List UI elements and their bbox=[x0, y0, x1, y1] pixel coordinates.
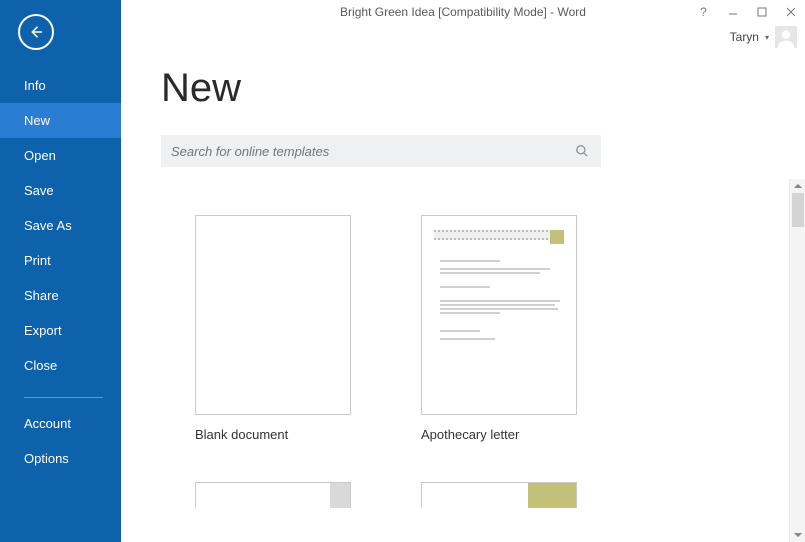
template-label: Blank document bbox=[195, 427, 351, 442]
user-menu-caret[interactable]: ▾ bbox=[765, 33, 769, 42]
search-icon bbox=[575, 144, 589, 158]
nav-list: Info New Open Save Save As Print Share E… bbox=[0, 68, 121, 476]
template-blank-document[interactable]: Blank document bbox=[195, 215, 351, 442]
back-button[interactable] bbox=[18, 14, 54, 50]
user-name[interactable]: Taryn bbox=[730, 30, 759, 44]
scroll-down-button[interactable] bbox=[790, 528, 805, 542]
help-icon: ? bbox=[700, 5, 707, 19]
template-apothecary-letter[interactable]: Apothecary letter bbox=[421, 215, 577, 442]
vertical-scrollbar[interactable] bbox=[789, 179, 805, 542]
help-button[interactable]: ? bbox=[689, 0, 718, 24]
nav-item-share[interactable]: Share bbox=[0, 278, 121, 313]
nav-item-close[interactable]: Close bbox=[0, 348, 121, 383]
nav-item-new[interactable]: New bbox=[0, 103, 121, 138]
nav-item-open[interactable]: Open bbox=[0, 138, 121, 173]
template-item-partial[interactable] bbox=[421, 482, 577, 508]
scroll-thumb[interactable] bbox=[792, 193, 804, 227]
template-search bbox=[161, 135, 601, 167]
nav-item-info[interactable]: Info bbox=[0, 68, 121, 103]
avatar[interactable] bbox=[775, 26, 797, 48]
template-label: Apothecary letter bbox=[421, 427, 577, 442]
maximize-icon bbox=[757, 7, 767, 17]
title-bar: Bright Green Idea [Compatibility Mode] -… bbox=[121, 0, 805, 24]
nav-item-save[interactable]: Save bbox=[0, 173, 121, 208]
template-thumbnail bbox=[195, 482, 351, 508]
nav-item-print[interactable]: Print bbox=[0, 243, 121, 278]
backstage-sidebar: Info New Open Save Save As Print Share E… bbox=[0, 0, 121, 542]
template-gallery: Blank document bbox=[161, 179, 789, 542]
arrow-left-icon bbox=[27, 23, 45, 41]
search-input[interactable] bbox=[171, 144, 571, 159]
template-thumbnail bbox=[421, 482, 577, 508]
chevron-up-icon bbox=[794, 182, 802, 190]
close-icon bbox=[786, 7, 796, 17]
template-thumbnail bbox=[421, 215, 577, 415]
user-row: Taryn ▾ bbox=[121, 24, 805, 50]
scroll-up-button[interactable] bbox=[790, 179, 805, 193]
chevron-down-icon bbox=[794, 531, 802, 539]
template-thumbnail bbox=[195, 215, 351, 415]
main-panel: New Blank document bbox=[121, 50, 805, 542]
nav-item-save-as[interactable]: Save As bbox=[0, 208, 121, 243]
maximize-button[interactable] bbox=[747, 0, 776, 24]
nav-separator bbox=[24, 397, 103, 398]
search-button[interactable] bbox=[571, 140, 593, 162]
nav-item-options[interactable]: Options bbox=[0, 441, 121, 476]
window-title: Bright Green Idea [Compatibility Mode] -… bbox=[340, 5, 586, 19]
nav-item-account[interactable]: Account bbox=[0, 406, 121, 441]
scroll-track[interactable] bbox=[790, 193, 805, 528]
close-window-button[interactable] bbox=[776, 0, 805, 24]
minimize-icon bbox=[728, 7, 738, 17]
template-item-partial[interactable] bbox=[195, 482, 351, 508]
person-icon bbox=[776, 28, 796, 48]
nav-item-export[interactable]: Export bbox=[0, 313, 121, 348]
minimize-button[interactable] bbox=[718, 0, 747, 24]
page-title: New bbox=[161, 66, 805, 111]
